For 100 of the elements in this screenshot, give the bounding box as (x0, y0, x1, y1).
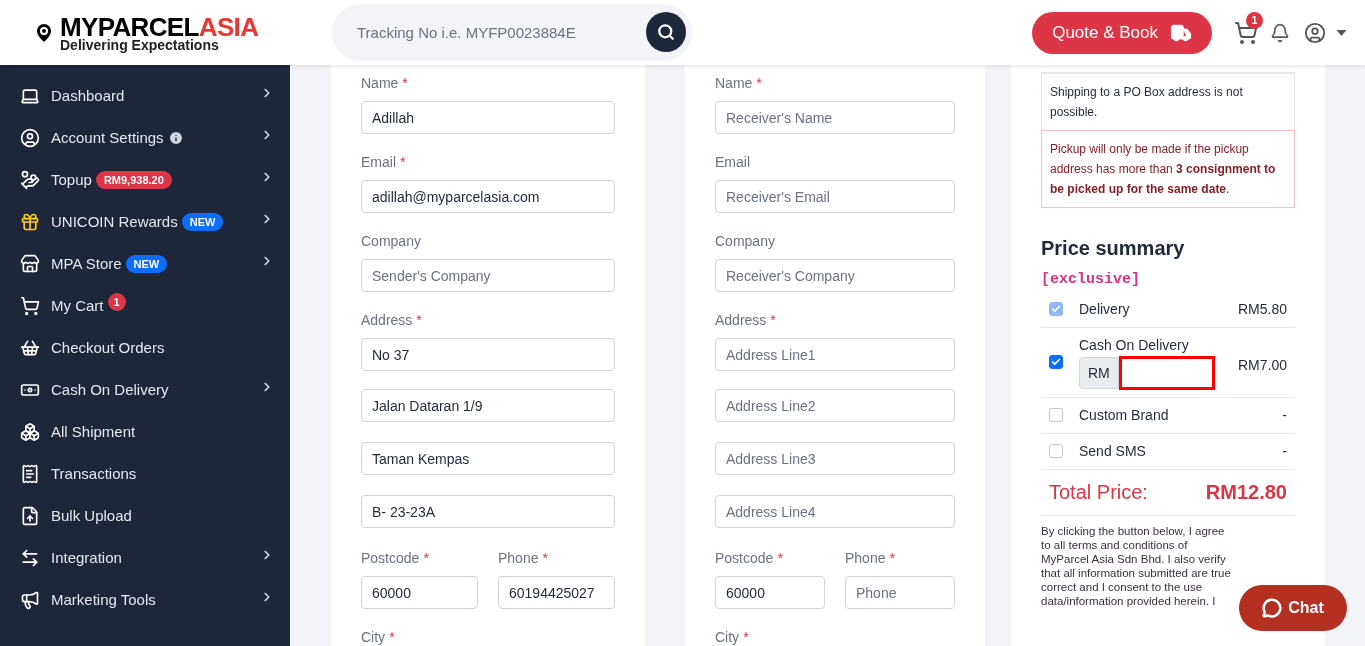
cod-amount-field[interactable] (1118, 356, 1215, 390)
text-field[interactable]: Receiver's Company (715, 259, 955, 292)
field-label: Postcode (715, 549, 774, 568)
sidebar-label: Account Settings (51, 127, 164, 148)
fee-label: Delivery (1079, 299, 1131, 319)
receipt-icon (20, 464, 40, 484)
sidebar-item[interactable]: Bulk Upload (0, 495, 290, 537)
field-label: Name (715, 74, 753, 93)
required-mark: * (777, 549, 783, 568)
sidebar-item[interactable]: Transactions (0, 453, 290, 495)
cart-count-badge: 1 (1246, 11, 1263, 29)
text-field[interactable]: Jalan Dataran 1/9 (361, 389, 615, 422)
text-field[interactable]: Phone (845, 576, 955, 609)
checkbox[interactable] (1049, 355, 1063, 369)
sidebar-item[interactable]: Integration (0, 537, 290, 579)
sidebar-label: MPA Store (51, 253, 122, 274)
field-label: Address (361, 311, 413, 330)
quote-book-button[interactable]: Quote & Book (1032, 11, 1212, 54)
terms-text: By clicking the button below, I agree to all terms and conditions of MyParcel Asia Sdn Bhd. I also verify that all information submitted are true correct and I consent to the use data/information provided herein. I (1041, 523, 1232, 608)
text-field[interactable]: B- 23-23A (361, 495, 615, 528)
shipping-notice: Shipping to a PO Box address is not possible. (1041, 73, 1295, 130)
field-label: Company (715, 232, 775, 251)
field-label: Phone (498, 549, 539, 568)
sidebar-item[interactable]: Account Settings (0, 117, 290, 159)
field-label: Address (715, 311, 767, 330)
new-badge: NEW (125, 254, 168, 274)
check-icon (1051, 357, 1061, 367)
sidebar-label: Bulk Upload (51, 505, 132, 526)
text-field[interactable]: 60000 (715, 576, 825, 609)
brand-tagline: Delivering Expectations (60, 37, 220, 52)
sidebar-label: Integration (51, 547, 122, 568)
sidebar-item[interactable]: UNICOIN Rewards NEW (0, 201, 290, 243)
text-field[interactable]: adillah@myparcelasia.com (361, 180, 615, 213)
sidebar-label: Cash On Delivery (51, 379, 169, 400)
required-mark: * (756, 74, 762, 93)
field-label: Email (715, 153, 750, 172)
sidebar-item[interactable]: Cash On Delivery (0, 369, 290, 411)
required-mark: * (770, 311, 776, 330)
dropdown-caret-icon[interactable] (1336, 29, 1347, 36)
required-mark: * (423, 549, 429, 568)
fee-price: - (1282, 405, 1287, 425)
currency-prefix: RM (1079, 357, 1119, 389)
field-label: Phone (845, 549, 886, 568)
search-icon (657, 23, 675, 41)
sidebar-label: Topup (51, 169, 92, 190)
boxes-icon (20, 422, 40, 442)
sidebar-item[interactable]: Marketing Tools (0, 579, 290, 621)
text-field[interactable]: Address Line3 (715, 442, 955, 475)
sidebar-item[interactable]: My Cart 1 (0, 285, 290, 327)
user-icon (20, 128, 40, 148)
text-field[interactable]: Address Line4 (715, 495, 955, 528)
text-field[interactable]: Taman Kempas (361, 442, 615, 475)
sidebar-item[interactable]: Dashboard (0, 75, 290, 117)
fee-label: Send SMS (1079, 441, 1147, 461)
text-field[interactable]: No 37 (361, 338, 615, 371)
text-field[interactable]: 60000 (361, 576, 478, 609)
sidebar-label: Marketing Tools (51, 589, 156, 610)
brand-name: MYPARCELASIA (60, 13, 259, 40)
fee-label: Custom Brand (1079, 405, 1170, 425)
required-mark: * (402, 74, 408, 93)
sidebar-item[interactable]: Checkout Orders (0, 327, 290, 369)
fee-label: Cash On Delivery (1079, 336, 1190, 355)
text-field[interactable]: Adillah (361, 101, 615, 134)
notification-bell-icon[interactable] (1270, 21, 1290, 44)
tracking-search-field[interactable]: Tracking No i.e. MYFP0023884E (332, 4, 692, 61)
sidebar-item[interactable]: MPA Store NEW (0, 243, 290, 285)
new-badge: NEW (181, 212, 224, 232)
text-field[interactable]: 60194425027 (498, 576, 615, 609)
chat-button[interactable]: Chat (1239, 585, 1347, 631)
cart-icon (20, 296, 40, 316)
required-mark: * (416, 311, 422, 330)
arrows-icon (20, 548, 40, 568)
checkbox[interactable] (1049, 408, 1063, 422)
sidebar-item[interactable]: Topup RM9,938.20 (0, 159, 290, 201)
price-summary-title: Price summary (1041, 236, 1186, 261)
field-label: Name (361, 74, 399, 93)
text-field[interactable]: Receiver's Email (715, 180, 955, 213)
field-label: City (361, 628, 386, 646)
text-field[interactable]: Receiver's Name (715, 101, 955, 134)
required-mark: * (400, 153, 406, 172)
sidebar-item[interactable]: All Shipment (0, 411, 290, 453)
total-value: RM12.80 (1205, 480, 1287, 505)
hand-coin-icon (20, 170, 40, 190)
required-mark: * (542, 549, 548, 568)
total-label: Total Price: (1049, 480, 1148, 505)
info-icon (167, 130, 184, 146)
pickup-notice: Pickup will only be made if the pickup address has more than 3 consignment to be picked up for the same date. (1041, 130, 1295, 208)
exclusive-note: [exclusive] (1041, 270, 1142, 290)
sidebar-label: Dashboard (51, 85, 125, 106)
checkbox[interactable] (1049, 444, 1063, 458)
text-field[interactable]: Address Line2 (715, 389, 955, 422)
text-field[interactable]: Sender's Company (361, 259, 615, 292)
text-field[interactable]: Address Line1 (715, 338, 955, 371)
required-mark: * (743, 628, 749, 646)
sidebar-label: Transactions (51, 463, 137, 484)
required-mark: * (889, 549, 895, 568)
basket-icon (20, 338, 40, 358)
chat-bubble-icon (1262, 598, 1283, 618)
sidebar-label: UNICOIN Rewards (51, 211, 178, 232)
user-avatar-icon[interactable] (1304, 21, 1326, 44)
